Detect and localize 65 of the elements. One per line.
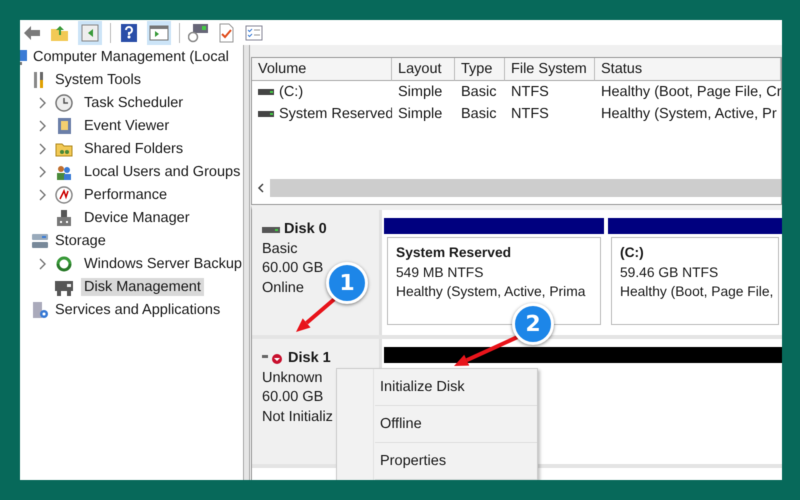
menu-item[interactable]: Initialize Disk xyxy=(375,369,537,406)
tree-item[interactable]: Task Scheduler xyxy=(81,94,186,112)
computer-icon xyxy=(20,48,28,66)
column-header[interactable]: Status xyxy=(595,58,781,81)
partition-size: 59.46 GB NTFS xyxy=(620,264,718,280)
column-header[interactable]: File System xyxy=(505,58,595,81)
tree-item[interactable]: System Tools xyxy=(52,70,144,88)
table-cell: Healthy (Boot, Page File, Cr xyxy=(601,84,781,100)
disk-status: Not Initializ xyxy=(262,408,333,426)
expand-chevron-icon[interactable] xyxy=(38,96,46,108)
help-icon xyxy=(119,22,139,42)
disk-name: Disk 1 xyxy=(288,349,331,368)
backup-icon xyxy=(55,254,73,272)
partition-status: Healthy (Boot, Page File, xyxy=(620,284,774,299)
column-header[interactable]: Layout xyxy=(392,58,455,81)
menu-item[interactable]: Offline xyxy=(375,406,537,443)
disk-size: 60.00 GB xyxy=(262,259,324,278)
column-header[interactable]: Volume xyxy=(252,58,392,81)
properties-icon xyxy=(80,22,100,42)
table-cell: Simple xyxy=(398,84,442,100)
storage-icon xyxy=(31,232,49,250)
tree-item[interactable]: Windows Server Backup xyxy=(81,254,243,272)
checklist-icon xyxy=(244,22,264,42)
tree-item[interactable]: Storage xyxy=(52,232,109,250)
tree-item[interactable]: Local Users and Groups xyxy=(81,162,243,180)
disk-name: Disk 0 xyxy=(284,220,327,239)
volume-icon xyxy=(258,88,274,96)
column-header[interactable]: Type xyxy=(455,58,505,81)
services-icon xyxy=(31,300,49,318)
device-icon xyxy=(55,208,73,226)
clock-icon xyxy=(55,94,73,112)
pane-toggle-icon xyxy=(149,22,169,42)
table-cell: Basic xyxy=(461,106,496,122)
menu-item[interactable]: Properties xyxy=(375,443,537,480)
table-cell: Basic xyxy=(461,84,496,100)
gauge-icon xyxy=(55,186,73,204)
expand-chevron-icon[interactable] xyxy=(38,188,46,200)
log-book-icon xyxy=(55,116,73,134)
expand-chevron-icon[interactable] xyxy=(38,142,46,154)
tree-item[interactable]: Event Viewer xyxy=(81,116,172,134)
table-cell: NTFS xyxy=(511,84,549,100)
disk-status: Online xyxy=(262,278,304,298)
tree-item[interactable]: Device Manager xyxy=(81,208,193,226)
partition-size: 549 MB NTFS xyxy=(396,264,484,280)
disk-type: Unknown xyxy=(262,368,322,388)
table-cell: (C:) xyxy=(279,84,304,100)
partition-name: System Reserved xyxy=(396,245,512,260)
tree-item[interactable]: Shared Folders xyxy=(81,140,186,158)
partition-name: (C:) xyxy=(620,245,644,260)
tree-item[interactable]: Performance xyxy=(81,186,170,204)
expand-chevron-icon[interactable] xyxy=(38,258,46,270)
volume-icon xyxy=(258,110,274,118)
table-cell: NTFS xyxy=(511,106,549,122)
partition-status: Healthy (System, Active, Prima xyxy=(396,284,586,299)
expand-chevron-icon[interactable] xyxy=(38,166,46,178)
tree-item[interactable]: Computer Management (Local xyxy=(30,48,232,66)
tree-item[interactable]: Disk Management xyxy=(81,278,204,296)
table-cell: Healthy (System, Active, Pr xyxy=(601,106,777,122)
expand-chevron-icon[interactable] xyxy=(38,120,46,132)
disk-size: 60.00 GB xyxy=(262,388,324,407)
disk-type: Basic xyxy=(262,240,298,258)
scrollbar-track[interactable] xyxy=(270,179,781,197)
table-cell: Simple xyxy=(398,106,442,122)
tree-item[interactable]: Services and Applications xyxy=(52,300,224,318)
connect-icon xyxy=(188,22,208,42)
